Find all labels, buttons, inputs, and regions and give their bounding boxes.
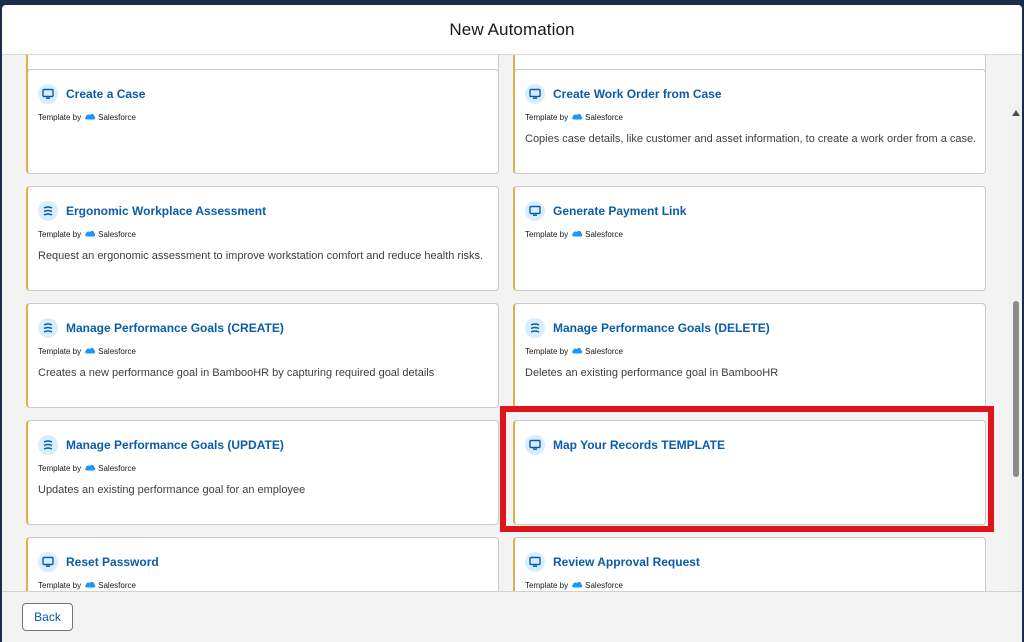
template-card[interactable]: Ergonomic Workplace Assessment Template b… <box>26 186 499 291</box>
card-template-by: Template by Salesforce <box>525 112 623 122</box>
flow-icon <box>38 318 58 338</box>
vendor-name: Salesforce <box>585 580 623 590</box>
template-by-label: Template by <box>38 346 82 356</box>
card-template-by: Template by Salesforce <box>38 346 136 356</box>
vendor-name: Salesforce <box>98 580 136 590</box>
card-title[interactable]: Reset Password <box>66 555 159 569</box>
vendor-name: Salesforce <box>585 346 623 356</box>
salesforce-cloud-icon <box>84 229 96 239</box>
card-title[interactable]: Review Approval Request <box>553 555 700 569</box>
card-header: Manage Performance Goals (CREATE) <box>38 318 284 338</box>
card-header: Ergonomic Workplace Assessment <box>38 201 266 221</box>
card-title[interactable]: Create a Case <box>66 87 145 101</box>
template-by-label: Template by <box>38 463 82 473</box>
template-card[interactable]: Create a Case Template by Salesforce <box>26 69 499 174</box>
card-title[interactable]: Ergonomic Workplace Assessment <box>66 204 266 218</box>
card-template-by: Template by Salesforce <box>38 463 136 473</box>
template-card[interactable]: Reset Password Template by Salesforce <box>26 537 499 591</box>
salesforce-cloud-icon <box>84 580 96 590</box>
card-description: Creates a new performance goal in Bamboo… <box>38 367 435 379</box>
salesforce-cloud-icon <box>571 580 583 590</box>
salesforce-cloud-icon <box>84 112 96 122</box>
card-description: Deletes an existing performance goal in … <box>525 367 779 379</box>
salesforce-cloud-icon <box>571 229 583 239</box>
modal-header: New Automation <box>2 5 1022 55</box>
card-title[interactable]: Manage Performance Goals (CREATE) <box>66 321 284 335</box>
template-card[interactable]: Create Work Order from Case Template by Sa… <box>513 69 986 174</box>
screen-icon <box>38 84 58 104</box>
template-by-label: Template by <box>38 580 82 590</box>
card-description: Request an ergonomic assessment to impro… <box>38 250 484 262</box>
card-template-by: Template by Salesforce <box>525 346 623 356</box>
flow-icon <box>525 318 545 338</box>
template-list[interactable]: Create a Case Template by Salesforce Creat… <box>2 55 1022 591</box>
highlight-box <box>500 406 994 532</box>
salesforce-cloud-icon <box>84 463 96 473</box>
template-card[interactable]: Manage Performance Goals (DELETE) Templat… <box>513 303 986 408</box>
card-header: Review Approval Request <box>525 552 700 572</box>
screen-icon <box>525 552 545 572</box>
template-by-label: Template by <box>38 112 82 122</box>
card-header: Reset Password <box>38 552 159 572</box>
screen-icon <box>525 84 545 104</box>
vendor-name: Salesforce <box>98 229 136 239</box>
template-by-label: Template by <box>525 112 569 122</box>
vendor-name: Salesforce <box>98 463 136 473</box>
scroll-thumb[interactable] <box>1013 301 1019 477</box>
card-title[interactable]: Manage Performance Goals (DELETE) <box>553 321 770 335</box>
card-template-by: Template by Salesforce <box>38 112 136 122</box>
flow-icon <box>38 435 58 455</box>
scrollbar[interactable] <box>1009 105 1022 591</box>
salesforce-cloud-icon <box>571 346 583 356</box>
vendor-name: Salesforce <box>98 346 136 356</box>
card-title[interactable]: Create Work Order from Case <box>553 87 722 101</box>
vendor-name: Salesforce <box>585 229 623 239</box>
new-automation-modal: New Automation Create a Case Template by S… <box>2 5 1022 642</box>
salesforce-cloud-icon <box>571 112 583 122</box>
card-header: Generate Payment Link <box>525 201 686 221</box>
modal-title: New Automation <box>449 19 575 39</box>
card-template-by: Template by Salesforce <box>525 580 623 590</box>
modal-footer: Back <box>2 591 1022 642</box>
screen-icon <box>525 201 545 221</box>
card-header: Create Work Order from Case <box>525 84 722 104</box>
card-header: Create a Case <box>38 84 145 104</box>
card-description: Updates an existing performance goal for… <box>38 484 306 496</box>
card-description: Copies case details, like customer and a… <box>525 133 977 145</box>
template-card[interactable]: Manage Performance Goals (UPDATE) Templat… <box>26 420 499 525</box>
flow-icon <box>38 201 58 221</box>
card-template-by: Template by Salesforce <box>525 229 623 239</box>
card-title[interactable]: Manage Performance Goals (UPDATE) <box>66 438 284 452</box>
vendor-name: Salesforce <box>98 112 136 122</box>
card-title[interactable]: Generate Payment Link <box>553 204 686 218</box>
template-card[interactable]: Generate Payment Link Template by Salesfor… <box>513 186 986 291</box>
template-card[interactable]: Review Approval Request Template by Salesf… <box>513 537 986 591</box>
card-header: Manage Performance Goals (UPDATE) <box>38 435 284 455</box>
card-template-by: Template by Salesforce <box>38 229 136 239</box>
template-by-label: Template by <box>525 346 569 356</box>
template-by-label: Template by <box>525 580 569 590</box>
salesforce-cloud-icon <box>84 346 96 356</box>
card-template-by: Template by Salesforce <box>38 580 136 590</box>
template-by-label: Template by <box>38 229 82 239</box>
card-header: Manage Performance Goals (DELETE) <box>525 318 770 338</box>
template-card[interactable]: Manage Performance Goals (CREATE) Templat… <box>26 303 499 408</box>
screen-icon <box>38 552 58 572</box>
scroll-up-icon[interactable] <box>1012 110 1020 116</box>
template-by-label: Template by <box>525 229 569 239</box>
back-button[interactable]: Back <box>22 603 73 631</box>
vendor-name: Salesforce <box>585 112 623 122</box>
